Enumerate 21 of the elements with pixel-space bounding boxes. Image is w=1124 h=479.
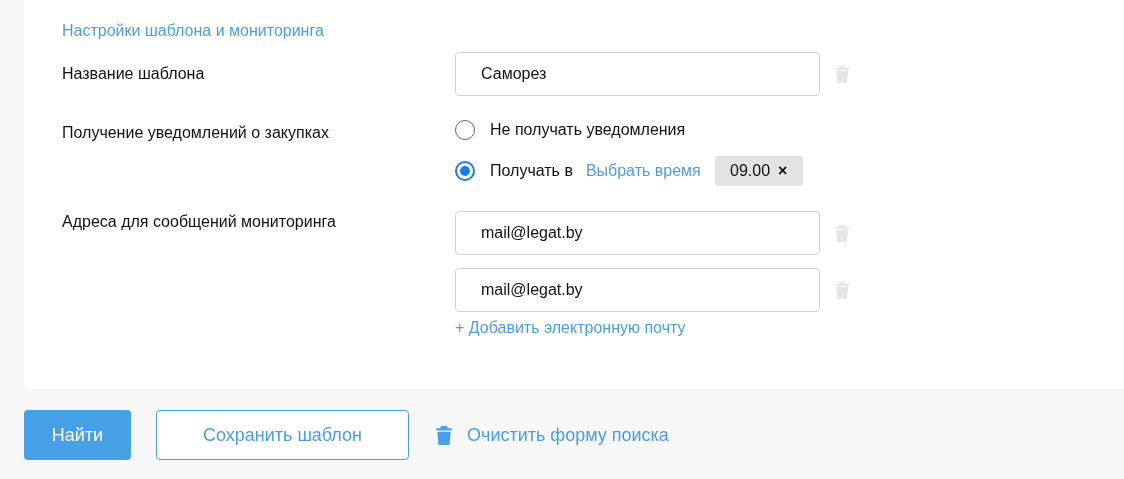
remove-time-button[interactable]: ×: [778, 162, 788, 180]
clear-form-link[interactable]: Очистить форму поиска: [467, 424, 669, 446]
radio-label: Не получать уведомления: [490, 121, 686, 139]
choose-time-link[interactable]: Выбрать время: [585, 162, 701, 180]
radio-button[interactable]: [455, 161, 475, 181]
trash-icon: [435, 425, 453, 445]
radio-label: Получать в: [490, 162, 573, 180]
trash-icon[interactable]: [834, 224, 850, 242]
trash-icon[interactable]: [834, 281, 850, 299]
template-name-field[interactable]: Саморез: [455, 52, 820, 96]
time-value: 09.00: [730, 162, 771, 180]
field-label: Адреса для сообщений мониторинга: [62, 212, 337, 232]
email-field[interactable]: mail@legat.by: [455, 211, 820, 255]
email-field[interactable]: mail@legat.by: [455, 268, 820, 312]
save-template-button[interactable]: Сохранить шаблон: [156, 410, 409, 460]
trash-icon[interactable]: [834, 65, 850, 83]
add-email-link[interactable]: + Добавить электронную почту: [455, 319, 875, 337]
find-button[interactable]: Найти: [24, 410, 131, 460]
field-label: Название шаблона: [62, 64, 206, 84]
section-title: Настройки шаблона и мониторинга: [62, 21, 325, 41]
field-label: Получение уведомлений о закупках: [62, 123, 330, 143]
